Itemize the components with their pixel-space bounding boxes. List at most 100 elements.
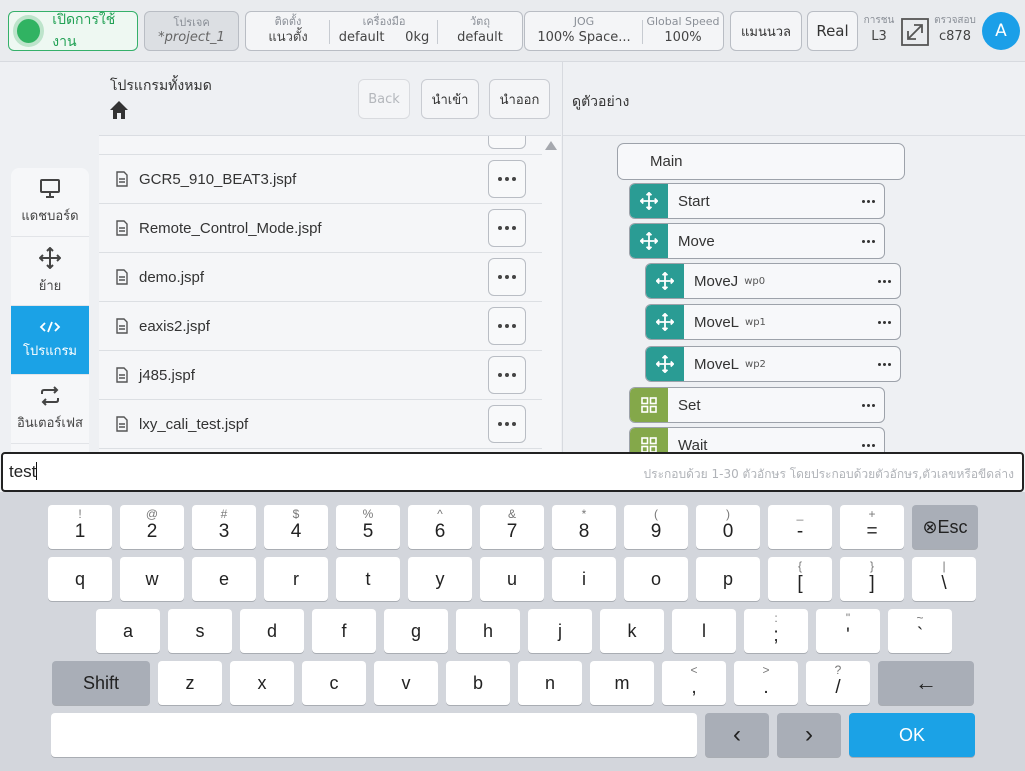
key-t[interactable]: t — [336, 557, 400, 601]
key-p[interactable]: p — [696, 557, 760, 601]
key-l[interactable]: l — [672, 609, 736, 653]
node-menu-icon[interactable] — [862, 239, 875, 243]
key-j[interactable]: j — [528, 609, 592, 653]
key-y[interactable]: y — [408, 557, 472, 601]
more-options-button[interactable] — [488, 160, 526, 198]
home-icon[interactable] — [109, 100, 129, 120]
key-s[interactable]: s — [168, 609, 232, 653]
key-b[interactable]: b — [446, 661, 510, 705]
tree-node[interactable]: MoveL wp1 — [645, 304, 901, 340]
list-item[interactable]: eaxis2.jspf — [99, 302, 542, 351]
key-9[interactable]: (9 — [624, 505, 688, 549]
list-item[interactable]: lxy_cali_test.jspf — [99, 400, 542, 449]
list-item[interactable]: Remote_Control_Mode.jspf — [99, 204, 542, 253]
list-item[interactable]: j485.jspf — [99, 351, 542, 400]
key-backslash[interactable]: | \ — [912, 557, 976, 601]
node-menu-icon[interactable] — [878, 320, 891, 324]
key-r[interactable]: r — [264, 557, 328, 601]
scroll-up-arrow-icon[interactable] — [545, 141, 557, 150]
user-avatar[interactable]: A — [982, 12, 1020, 50]
list-item[interactable]: GCR5_910_BEAT3.jspf — [99, 155, 542, 204]
key-m[interactable]: m — [590, 661, 654, 705]
tree-node[interactable]: MoveJ wp0 — [645, 263, 901, 299]
key-a[interactable]: a — [96, 609, 160, 653]
more-options-button[interactable] — [488, 209, 526, 247]
key-slash[interactable]: ? / — [806, 661, 870, 705]
key-right-bracket[interactable]: }] — [840, 557, 904, 601]
key-1[interactable]: ! 1 — [48, 505, 112, 549]
enable-button[interactable]: เปิดการใช้งาน — [8, 11, 138, 51]
key-q[interactable]: q — [48, 557, 112, 601]
backspace-key[interactable]: ← — [878, 661, 974, 705]
node-menu-icon[interactable] — [862, 403, 875, 407]
name-input[interactable]: test ประกอบด้วย 1-30 ตัวอักษร โดยประกอบด… — [1, 452, 1024, 492]
cursor-right-key[interactable]: › — [777, 713, 841, 757]
key-period[interactable]: >. — [734, 661, 798, 705]
list-item[interactable]: demo.jspf — [99, 253, 542, 302]
node-menu-icon[interactable] — [878, 362, 891, 366]
key-7[interactable]: & 7 — [480, 505, 544, 549]
node-menu-icon[interactable] — [862, 199, 875, 203]
key-3[interactable]: #3 — [192, 505, 256, 549]
project-selector[interactable]: โปรเจค *project_1 — [144, 11, 239, 51]
esc-key[interactable]: ⊗Esc — [912, 505, 978, 549]
tree-node[interactable]: Wait — [629, 427, 885, 452]
expand-icon[interactable] — [900, 17, 930, 47]
config-panel[interactable]: ติดตั้ง แนวตั้ง เครื่องมือ default 0kg ว… — [245, 11, 523, 51]
more-options-button[interactable] — [488, 136, 526, 149]
more-options-button[interactable] — [488, 356, 526, 394]
key-h[interactable]: h — [456, 609, 520, 653]
key-e[interactable]: e — [192, 557, 256, 601]
key-w[interactable]: w — [120, 557, 184, 601]
key-i[interactable]: i — [552, 557, 616, 601]
key-4[interactable]: $4 — [264, 505, 328, 549]
key-comma[interactable]: <, — [662, 661, 726, 705]
key-v[interactable]: v — [374, 661, 438, 705]
export-button[interactable]: นำออก — [489, 79, 550, 119]
key-u[interactable]: u — [480, 557, 544, 601]
key-f[interactable]: f — [312, 609, 376, 653]
key-c[interactable]: c — [302, 661, 366, 705]
import-button[interactable]: นำเข้า — [421, 79, 479, 119]
nav-program[interactable]: โปรแกรม — [11, 306, 89, 375]
tree-node[interactable]: Set — [629, 387, 885, 423]
key-n[interactable]: n — [518, 661, 582, 705]
key-6[interactable]: ^ 6 — [408, 505, 472, 549]
speed-panel[interactable]: JOG 100% Space... Global Speed 100% — [524, 11, 724, 51]
key-left-bracket[interactable]: {[ — [768, 557, 832, 601]
more-options-button[interactable] — [488, 405, 526, 443]
node-menu-icon[interactable] — [862, 443, 875, 447]
list-item[interactable] — [99, 136, 542, 155]
key-g[interactable]: g — [384, 609, 448, 653]
key-equals[interactable]: + = — [840, 505, 904, 549]
ok-button[interactable]: OK — [849, 713, 975, 757]
back-button[interactable]: Back — [358, 79, 410, 119]
tree-node[interactable]: MoveL wp2 — [645, 346, 901, 382]
file-list-scrollbar[interactable] — [542, 136, 561, 452]
manual-mode-button[interactable]: แมนนวล — [730, 11, 802, 51]
verify-status[interactable]: ตรวจสอบ c878 — [932, 14, 978, 46]
collision-level[interactable]: การชน L3 — [862, 14, 896, 46]
cursor-left-key[interactable]: ‹ — [705, 713, 769, 757]
key-d[interactable]: d — [240, 609, 304, 653]
tree-node[interactable]: Start — [629, 183, 885, 219]
key-backtick[interactable]: ~ ` — [888, 609, 952, 653]
nav-move[interactable]: ย้าย — [11, 237, 89, 306]
key-x[interactable]: x — [230, 661, 294, 705]
nav-interface[interactable]: อินเตอร์เฟส — [11, 375, 89, 444]
key-semicolon[interactable]: :; — [744, 609, 808, 653]
shift-key[interactable]: Shift — [52, 661, 150, 705]
node-menu-icon[interactable] — [878, 279, 891, 283]
key-0[interactable]: ) 0 — [696, 505, 760, 549]
more-options-button[interactable] — [488, 307, 526, 345]
key-z[interactable]: z — [158, 661, 222, 705]
more-options-button[interactable] — [488, 258, 526, 296]
key-quote[interactable]: " ' — [816, 609, 880, 653]
nav-dashboard[interactable]: แดชบอร์ด — [11, 168, 89, 237]
tree-main-node[interactable]: Main — [617, 143, 905, 180]
key-2[interactable]: @2 — [120, 505, 184, 549]
key-8[interactable]: * 8 — [552, 505, 616, 549]
key-5[interactable]: % 5 — [336, 505, 400, 549]
real-mode-button[interactable]: Real — [807, 11, 858, 51]
tree-node[interactable]: Move — [629, 223, 885, 259]
